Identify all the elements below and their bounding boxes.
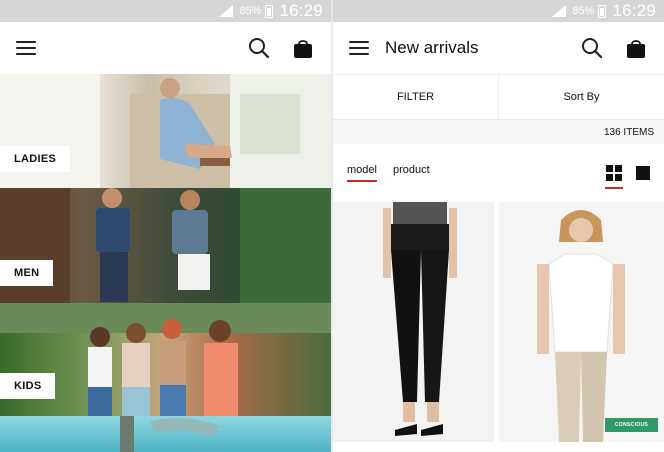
category-kids[interactable]: KIDS [0, 303, 331, 416]
product-card[interactable] [333, 202, 494, 442]
category-beach[interactable] [0, 416, 331, 452]
category-label-kids: KIDS [0, 373, 56, 399]
kids-image [0, 303, 331, 416]
filter-button[interactable]: FILTER [333, 75, 498, 119]
shopping-bag-icon[interactable] [624, 36, 648, 60]
item-count-bar: 136 ITEMS [333, 120, 664, 144]
battery-percentage: 85% [572, 5, 595, 17]
conscious-badge: CONSCIOUS [605, 418, 658, 432]
tab-model[interactable]: model [347, 164, 377, 182]
grid-view-icon[interactable] [605, 165, 623, 189]
product-card[interactable]: CONSCIOUS [499, 202, 664, 442]
sort-by-button[interactable]: Sort By [498, 75, 664, 119]
filter-sort-bar: FILTER Sort By [333, 74, 664, 120]
page-title: New arrivals [385, 38, 479, 57]
category-men[interactable]: MEN [0, 188, 331, 303]
search-icon[interactable] [580, 36, 604, 60]
battery-icon [265, 4, 274, 18]
new-arrivals-screen: 85% 16:29 New arrivals FILTER Sort By 13… [333, 0, 664, 452]
product-image-jeans [383, 202, 457, 436]
battery-percentage: 85% [239, 5, 262, 17]
shopping-bag-icon[interactable] [291, 36, 315, 60]
signal-icon [219, 5, 234, 17]
menu-icon[interactable] [349, 41, 369, 55]
view-toggle-bar: model product [333, 156, 664, 190]
status-clock: 16:29 [612, 1, 656, 20]
battery-icon [598, 4, 607, 18]
status-bar: 85% 16:29 [333, 0, 664, 22]
app-bar: New arrivals [333, 22, 664, 74]
signal-icon [552, 5, 567, 17]
app-bar [0, 22, 331, 74]
search-icon[interactable] [247, 36, 271, 60]
home-screen: 85% 16:29 LADIES MEN KIDS [0, 0, 331, 452]
beach-image [120, 416, 220, 452]
status-clock: 16:29 [279, 1, 323, 20]
category-ladies[interactable]: LADIES [0, 74, 331, 188]
item-count: 136 ITEMS [603, 126, 654, 138]
product-image-tshirt [537, 210, 625, 442]
single-view-icon[interactable] [636, 166, 650, 180]
category-label-men: MEN [0, 260, 54, 286]
menu-icon[interactable] [16, 41, 36, 55]
category-label-ladies: LADIES [0, 146, 71, 172]
tab-product[interactable]: product [393, 164, 430, 182]
status-bar: 85% 16:29 [0, 0, 331, 22]
